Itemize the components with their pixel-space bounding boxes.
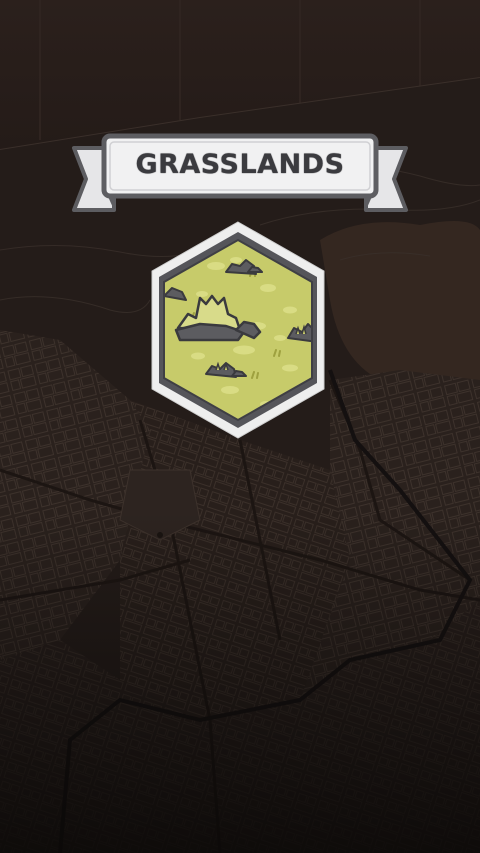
biome-title: GRASSLANDS [135, 148, 345, 180]
grassland-hex-icon[interactable] [140, 218, 336, 442]
game-screen: GRASSLANDS [0, 0, 480, 853]
